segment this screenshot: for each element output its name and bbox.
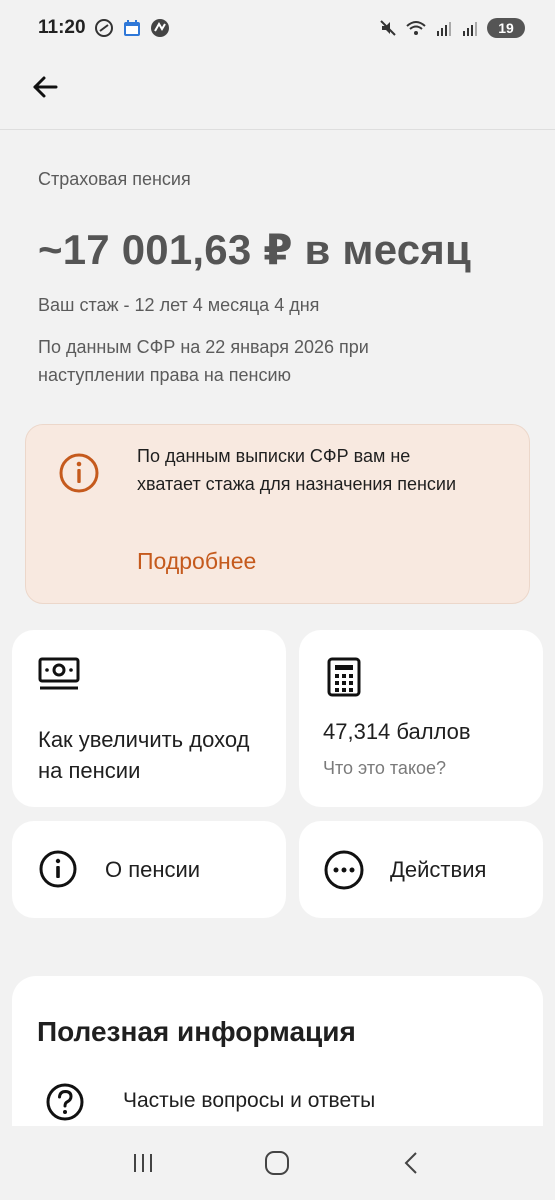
system-navigation-bar (0, 1126, 555, 1200)
about-pension-title: О пенсии (105, 857, 201, 882)
increase-income-tile[interactable]: Как увеличить доход на пенсии (12, 630, 286, 807)
warning-message: По данным выписки СФР вам не хватает ста… (137, 446, 457, 494)
points-explanation-link[interactable]: Что это такое? (323, 758, 446, 779)
status-left: 11:20 (38, 17, 170, 39)
pension-amount: ~17 001,63 ₽ в месяц (38, 226, 471, 273)
recent-apps-button[interactable] (118, 1138, 168, 1188)
more-details-link[interactable]: Подробнее (137, 548, 256, 575)
increase-income-title: Как увеличить доход на пенсии (38, 727, 250, 783)
home-button[interactable] (252, 1138, 302, 1188)
actions-title: Действия (390, 857, 487, 882)
useful-info-title: Полезная информация (37, 1016, 356, 1047)
warning-card: По данным выписки СФР вам не хватает ста… (25, 424, 530, 604)
useful-info-card: Полезная информация Частые вопросы и отв… (12, 976, 543, 1146)
actions-tile[interactable]: Действия (299, 821, 543, 918)
recent-apps-icon (134, 1154, 153, 1172)
status-right: 19 (379, 18, 525, 38)
signal-icon (435, 19, 453, 37)
money-bill-icon (38, 657, 80, 690)
home-icon (265, 1151, 290, 1175)
signal-icon-2 (461, 19, 479, 37)
more-dots-icon (324, 850, 364, 890)
question-circle-icon (46, 1083, 84, 1121)
circle-status-icon (94, 18, 114, 38)
arrow-left-icon (33, 76, 58, 98)
pension-points-value: 47,314 баллов (323, 719, 471, 744)
app-icon (150, 18, 170, 38)
calculator-icon (327, 657, 361, 697)
info-circle-icon (39, 850, 77, 888)
work-experience-text: Ваш стаж - 12 лет 4 месяца 4 дня (38, 295, 320, 315)
info-warning-icon (59, 453, 99, 493)
pension-points-tile[interactable]: 47,314 баллов Что это такое? (299, 630, 543, 807)
back-button[interactable] (26, 68, 64, 106)
mute-icon (379, 19, 397, 37)
status-time: 11:20 (38, 17, 86, 38)
faq-label: Частые вопросы и ответы (123, 1089, 376, 1112)
battery-indicator: 19 (487, 18, 525, 38)
wifi-icon (405, 19, 427, 37)
about-pension-tile[interactable]: О пенсии (12, 821, 286, 918)
pension-type-label: Страховая пенсия (38, 169, 191, 189)
calendar-icon (122, 18, 142, 38)
top-app-bar (0, 56, 555, 130)
status-bar: 11:20 19 (0, 0, 555, 56)
system-back-button[interactable] (387, 1138, 437, 1188)
back-icon (404, 1152, 417, 1174)
pension-source-note: По данным СФР на 22 января 2026 при наст… (38, 337, 369, 385)
